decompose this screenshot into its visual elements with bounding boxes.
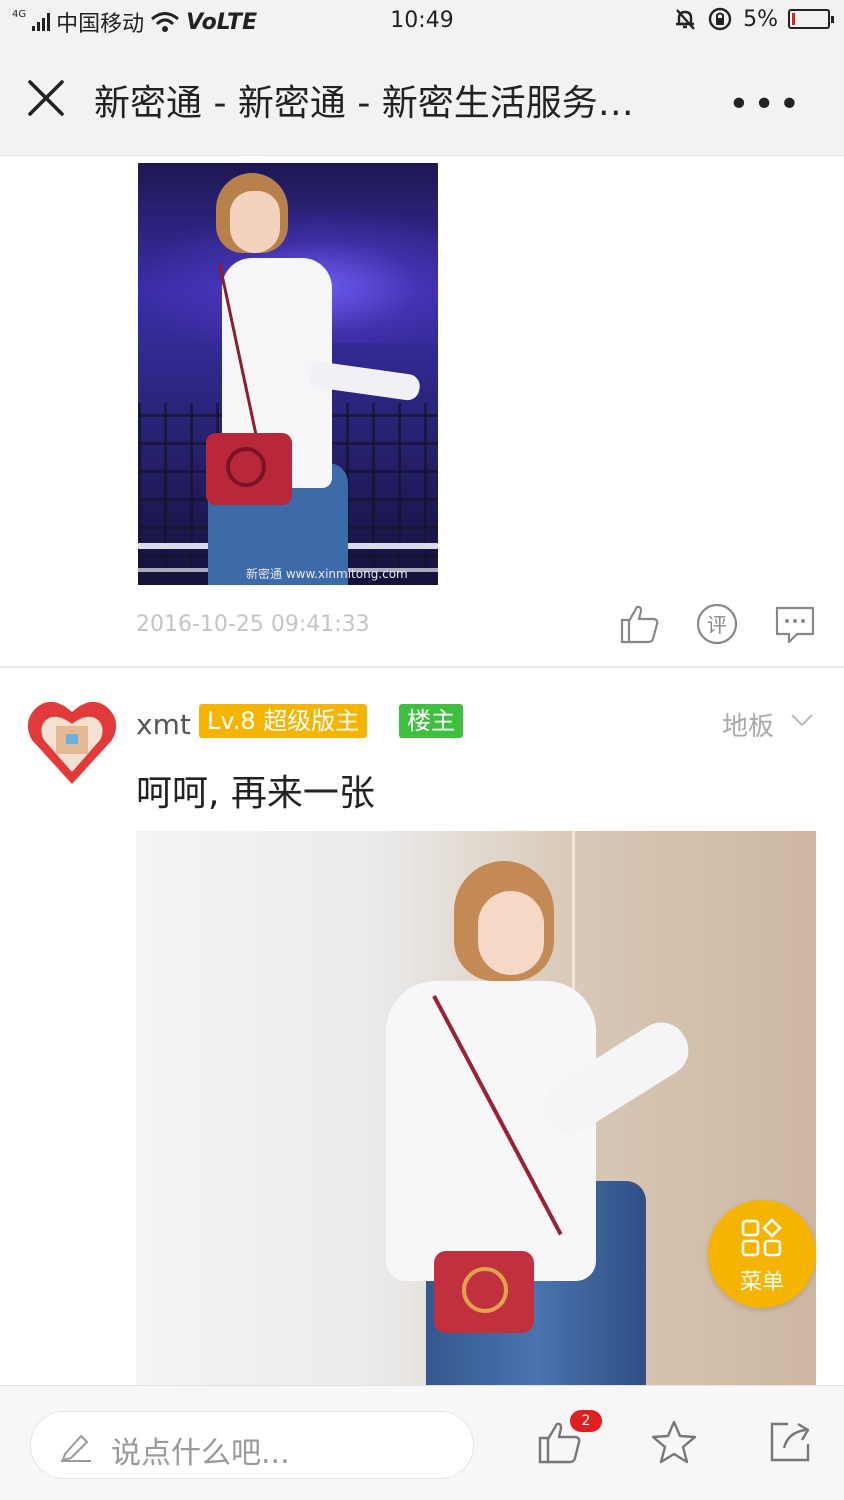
image-watermark: 新密通 www.xinmitong.com [246,567,408,581]
page-title: 新密通 - 新密通 - 新密生活服务… [94,83,634,124]
level-badge: Lv.8 超级版主 [199,704,368,738]
star-icon[interactable] [650,1418,698,1466]
comment-icon[interactable] [773,602,817,646]
grid-menu-icon [741,1218,782,1257]
floor-label[interactable]: 地板 [722,706,774,743]
rate-glyph: 评 [707,613,727,637]
bottom-bar: 说点什么吧... 2 [0,1385,844,1500]
status-bar: 4G 中国移动 VoLTE 10:49 5% [0,0,844,44]
more-menu-button[interactable]: ••• [728,84,804,125]
pencil-icon [61,1435,91,1462]
nav-bar: 新密通 - 新密通 - 新密生活服务… ••• [0,44,844,156]
red-bag [434,1251,534,1333]
rate-icon[interactable]: 评 [695,602,739,646]
post-divider [0,666,844,668]
username[interactable]: xmt [136,708,191,741]
red-bag [206,433,292,505]
share-icon[interactable] [766,1418,814,1466]
user-avatar[interactable] [26,696,118,788]
rotation-lock-icon [708,7,732,31]
post-image-1[interactable]: 新密通 www.xinmitong.com [138,163,438,585]
menu-fab-label: 菜单 [739,1270,784,1295]
like-count-badge: 2 [570,1410,602,1432]
mute-icon [676,9,695,30]
post-text: 呵呵, 再来一张 [136,773,375,814]
close-icon[interactable] [26,78,66,118]
status-right: 5% [673,6,834,32]
post-meta-row: 2016-10-25 09:41:33 评 [0,600,844,650]
thread-owner-badge: 楼主 [399,704,463,738]
thumbs-up-icon[interactable] [618,602,662,646]
post-image-2[interactable] [136,831,816,1391]
comment-input[interactable]: 说点什么吧... [30,1411,474,1479]
person-face [230,191,280,253]
person-face [478,891,544,975]
battery-icon [788,9,834,29]
post-timestamp: 2016-10-25 09:41:33 [136,612,370,637]
menu-fab-button[interactable]: 菜单 [708,1200,816,1308]
comment-placeholder: 说点什么吧... [111,1436,290,1471]
chevron-down-icon[interactable] [790,712,814,728]
battery-percent: 5% [743,6,778,32]
